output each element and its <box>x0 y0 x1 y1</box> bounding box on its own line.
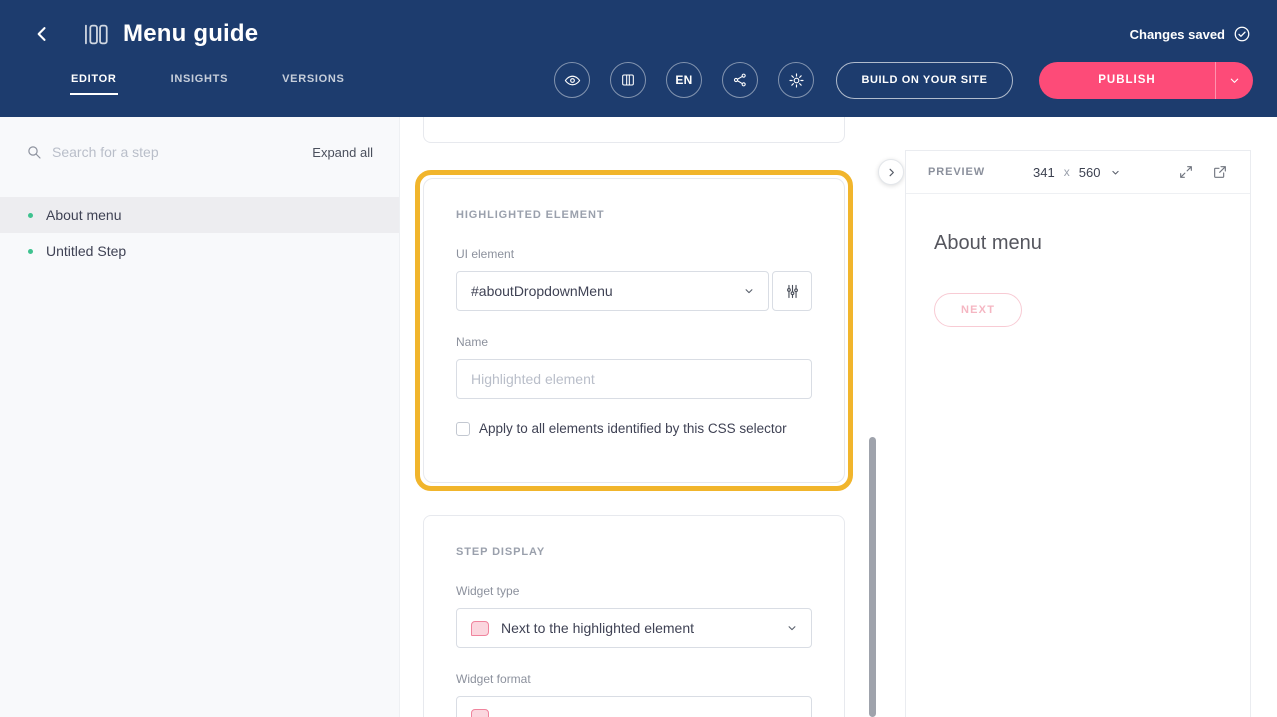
external-link-icon <box>1212 164 1228 180</box>
preview-panel: PREVIEW 341 x 560 <box>905 117 1277 717</box>
highlighted-element-card: HIGHLIGHTED ELEMENT UI element #aboutDro… <box>423 178 845 483</box>
gear-icon <box>788 72 805 89</box>
guide-title: Menu guide <box>123 20 258 48</box>
publish-dropdown-button[interactable] <box>1215 62 1253 99</box>
tab-editor[interactable]: EDITOR <box>70 65 118 95</box>
step-search-input[interactable] <box>52 144 302 160</box>
widget-format-label: Widget format <box>456 672 812 686</box>
header-toolbar-row: EDITOR INSIGHTS VERSIONS EN <box>24 58 1253 102</box>
step-item-label: About menu <box>46 207 122 223</box>
tab-insights[interactable]: INSIGHTS <box>170 65 230 95</box>
ui-element-row: #aboutDropdownMenu <box>456 271 812 311</box>
section-title: STEP DISPLAY <box>456 546 812 558</box>
language-button[interactable]: EN <box>666 62 702 98</box>
top-header: Menu guide Changes saved EDITOR INSIGHTS… <box>0 0 1277 117</box>
eye-icon <box>564 72 581 89</box>
editor-scroll-content: HIGHLIGHTED ELEMENT UI element #aboutDro… <box>415 117 853 717</box>
apply-all-checkbox-row[interactable]: Apply to all elements identified by this… <box>456 421 812 436</box>
editor-scrollbar-thumb[interactable] <box>869 437 876 717</box>
name-label: Name <box>456 335 812 349</box>
layout-columns-icon <box>620 72 636 88</box>
tab-versions[interactable]: VERSIONS <box>281 65 345 95</box>
fullscreen-button[interactable] <box>1178 164 1194 180</box>
header-title-row: Menu guide Changes saved <box>24 12 1253 56</box>
chevron-down-icon <box>787 623 797 633</box>
chevron-left-icon <box>32 24 52 44</box>
section-title: HIGHLIGHTED ELEMENT <box>456 209 812 221</box>
apply-all-checkbox-label: Apply to all elements identified by this… <box>479 421 787 436</box>
check-circle-icon <box>1233 25 1251 43</box>
sliders-icon <box>784 283 801 300</box>
preview-width-value: 341 <box>1033 165 1055 180</box>
card-above-partial <box>423 117 845 143</box>
size-separator: x <box>1064 165 1070 179</box>
share-icon <box>732 72 748 88</box>
publish-button[interactable]: PUBLISH <box>1039 62 1215 99</box>
back-button[interactable] <box>28 20 56 48</box>
search-icon <box>26 144 42 160</box>
panel-toggle-button[interactable] <box>878 159 904 185</box>
preview-header: PREVIEW 341 x 560 <box>906 151 1250 194</box>
header-actions: EN BUILD ON YOUR SITE PUBLISH <box>534 62 1253 99</box>
language-code-label: EN <box>675 73 692 87</box>
app-logo-icon <box>82 21 109 48</box>
apply-all-checkbox[interactable] <box>456 422 470 436</box>
highlight-ring: HIGHLIGHTED ELEMENT UI element #aboutDro… <box>415 170 853 491</box>
main-area: Expand all About menu Untitled Step <box>0 117 1277 717</box>
steps-sidebar: Expand all About menu Untitled Step <box>0 117 400 717</box>
expand-all-link[interactable]: Expand all <box>312 145 373 160</box>
preview-label: PREVIEW <box>928 166 985 178</box>
green-dot-icon <box>28 213 33 218</box>
share-button[interactable] <box>722 62 758 98</box>
preview-header-actions <box>1178 164 1228 180</box>
settings-button[interactable] <box>778 62 814 98</box>
chevron-right-icon <box>886 167 897 178</box>
steps-list: About menu Untitled Step <box>0 197 399 269</box>
chevron-down-icon <box>744 286 754 296</box>
green-dot-icon <box>28 249 33 254</box>
widget-format-icon <box>471 709 489 717</box>
element-name-input[interactable] <box>456 359 812 399</box>
element-selector-settings-button[interactable] <box>772 271 812 311</box>
ui-element-label: UI element <box>456 247 812 261</box>
widget-tooltip-icon <box>471 621 489 636</box>
preview-eye-button[interactable] <box>554 62 590 98</box>
preview-box: PREVIEW 341 x 560 <box>905 150 1251 717</box>
widget-type-value: Next to the highlighted element <box>501 620 694 636</box>
preview-size-selector[interactable]: 341 x 560 <box>1033 165 1120 180</box>
sidebar-search-row: Expand all <box>0 117 399 187</box>
ui-element-value: #aboutDropdownMenu <box>471 283 613 299</box>
ui-element-select[interactable]: #aboutDropdownMenu <box>456 271 769 311</box>
step-item-label: Untitled Step <box>46 243 126 259</box>
app: Menu guide Changes saved EDITOR INSIGHTS… <box>0 0 1277 717</box>
preview-height-value: 560 <box>1079 165 1101 180</box>
widget-format-select[interactable] <box>456 696 812 717</box>
widget-type-select[interactable]: Next to the highlighted element <box>456 608 812 648</box>
open-in-new-tab-button[interactable] <box>1212 164 1228 180</box>
step-item-untitled-step[interactable]: Untitled Step <box>0 233 399 269</box>
step-item-about-menu[interactable]: About menu <box>0 197 399 233</box>
header-tabs: EDITOR INSIGHTS VERSIONS <box>70 65 346 95</box>
widget-type-label: Widget type <box>456 584 812 598</box>
preview-step-title: About menu <box>934 232 1222 255</box>
chevron-down-icon <box>1229 75 1240 86</box>
build-on-your-site-button[interactable]: BUILD ON YOUR SITE <box>836 62 1013 99</box>
layout-button[interactable] <box>610 62 646 98</box>
step-display-card: STEP DISPLAY Widget type Next to the hig… <box>423 515 845 717</box>
changes-saved-status: Changes saved <box>1130 25 1251 43</box>
changes-saved-label: Changes saved <box>1130 27 1225 42</box>
chevron-down-icon <box>1111 168 1120 177</box>
step-editor-panel: HIGHLIGHTED ELEMENT UI element #aboutDro… <box>400 117 905 717</box>
expand-arrows-icon <box>1178 164 1194 180</box>
preview-content: About menu NEXT <box>906 194 1250 327</box>
next-button[interactable]: NEXT <box>934 293 1022 327</box>
publish-split-button: PUBLISH <box>1039 62 1253 99</box>
